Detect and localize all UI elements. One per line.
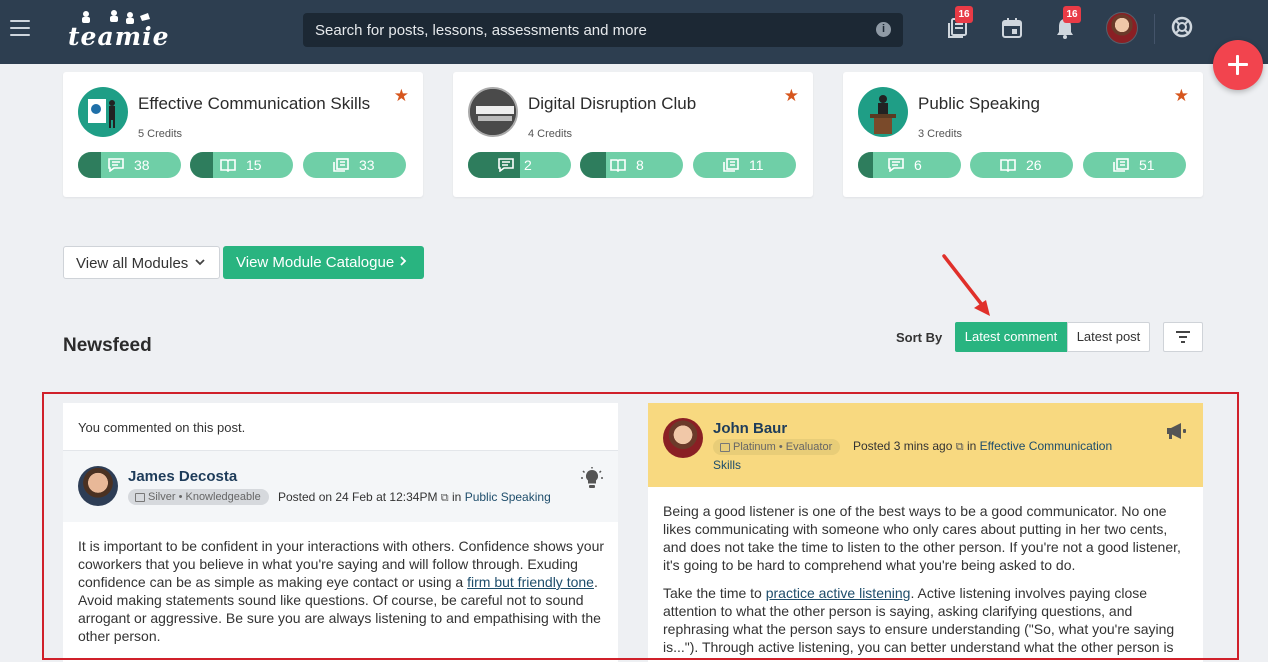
annotation-arrow-icon [942,254,990,316]
view-all-modules-label: View all Modules [76,255,189,272]
comments-count: 38 [134,157,150,173]
module-image [468,87,518,137]
assessments-pill[interactable]: 51 [1083,152,1186,178]
book-icon [1000,159,1016,172]
lessons-count: 15 [246,157,262,173]
view-module-catalogue-button[interactable]: View Module Catalogue [223,246,424,279]
filter-button[interactable] [1163,322,1203,352]
lessons-count: 8 [636,157,644,173]
menu-icon[interactable] [10,20,30,36]
lessons-pill[interactable]: 8 [580,152,683,178]
filter-icon [1176,331,1190,343]
comments-progress-fill [858,152,874,178]
assessment-icon [1113,158,1129,172]
assessments-count: 33 [359,157,375,173]
comments-progress-fill [78,152,101,178]
newsfeed-title: Newsfeed [63,335,152,356]
assessments-count: 51 [1139,157,1155,173]
assessments-pill[interactable]: 11 [693,152,796,178]
module-card[interactable]: Effective Communication Skills 5 Credits… [63,72,423,197]
book-icon [220,159,236,172]
info-icon[interactable]: i [876,22,891,37]
plus-icon[interactable] [1213,40,1263,90]
star-icon[interactable]: ★ [1174,86,1189,106]
sort-by-label: Sort By [896,330,943,345]
module-credits: 5 Credits [138,128,183,140]
chevron-right-icon [400,256,407,266]
comments-pill[interactable]: 38 [78,152,181,178]
module-image [858,87,908,137]
assessment-icon [333,158,349,172]
lessons-count: 26 [1026,157,1042,173]
assessments-pill[interactable]: 33 [303,152,406,178]
messages-badge: 16 [955,6,973,23]
module-card[interactable]: Digital Disruption Club 4 Credits ★ 2 8 … [453,72,813,197]
module-title[interactable]: Public Speaking [918,94,1040,114]
presenter-icon [88,99,115,128]
book-icon [610,159,626,172]
comments-pill[interactable]: 6 [858,152,961,178]
notifications-badge: 16 [1063,6,1081,23]
assessments-count: 11 [749,157,764,173]
view-all-modules-dropdown[interactable]: View all Modules [63,246,220,279]
lessons-pill[interactable]: 15 [190,152,293,178]
user-avatar[interactable] [1106,12,1138,44]
lessons-pill[interactable]: 26 [970,152,1073,178]
teamie-logo[interactable]: teamie [68,8,169,52]
comment-icon [108,158,124,172]
annotation-highlight-frame [42,392,1239,660]
module-credits: 4 Credits [528,128,573,140]
comments-count: 2 [524,157,532,173]
chevron-down-icon [195,259,205,266]
sort-latest-comment-button[interactable]: Latest comment [955,322,1067,352]
top-navigation-bar: teamie Search for posts, lessons, assess… [0,0,1268,64]
sort-latest-post-button[interactable]: Latest post [1067,322,1150,352]
comments-count: 6 [914,157,922,173]
lessons-progress-fill [190,152,213,178]
podium-icon [870,95,896,134]
help-icon[interactable] [1171,16,1193,38]
nav-divider [1154,14,1155,44]
module-image [78,87,128,137]
comments-pill[interactable]: 2 [468,152,571,178]
module-card[interactable]: Public Speaking 3 Credits ★ 6 26 51 [843,72,1203,197]
digital-disruption-icon [470,89,516,135]
calendar-icon[interactable] [1001,17,1023,39]
module-title[interactable]: Effective Communication Skills [138,94,370,114]
comment-icon [888,158,904,172]
lessons-progress-fill [580,152,606,178]
module-title[interactable]: Digital Disruption Club [528,94,696,114]
search-bar[interactable]: Search for posts, lessons, assessments a… [303,13,903,47]
assessment-icon [723,158,739,172]
search-input[interactable]: Search for posts, lessons, assessments a… [315,22,647,39]
star-icon[interactable]: ★ [394,86,409,106]
star-icon[interactable]: ★ [784,86,799,106]
view-module-catalogue-label: View Module Catalogue [236,254,395,271]
module-credits: 3 Credits [918,128,963,140]
comment-icon [498,158,514,172]
logo-text: teamie [68,22,170,51]
